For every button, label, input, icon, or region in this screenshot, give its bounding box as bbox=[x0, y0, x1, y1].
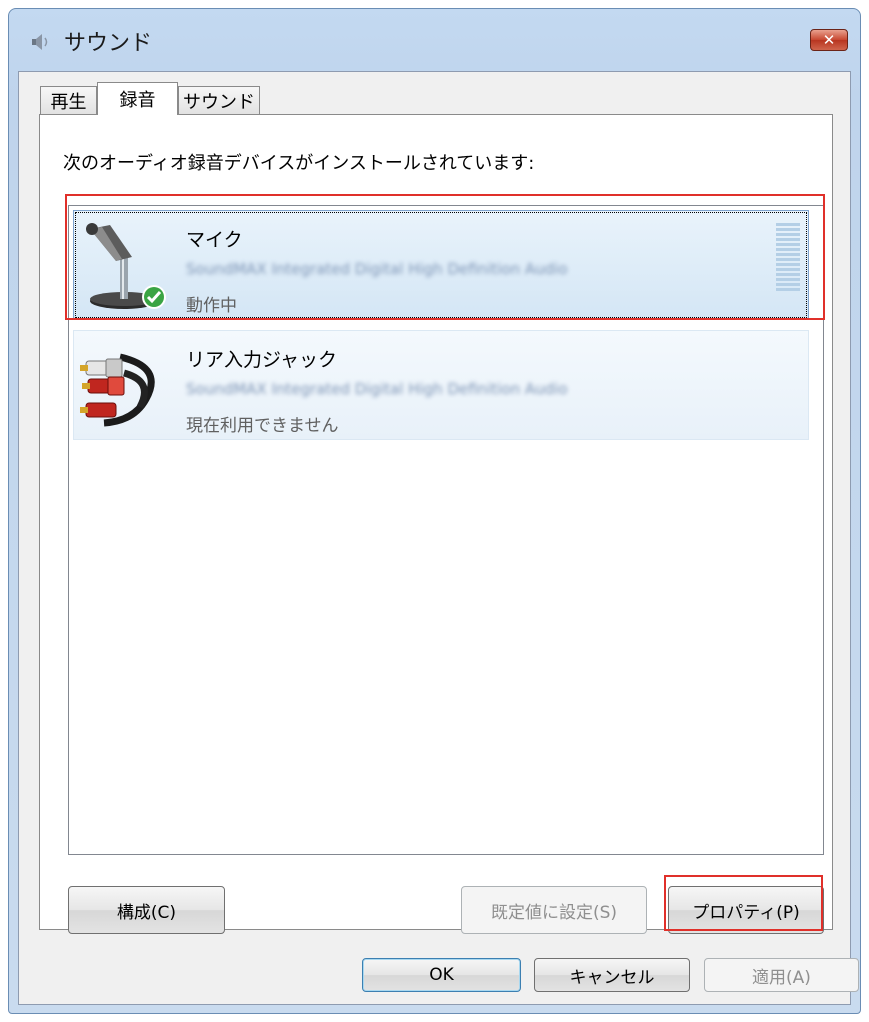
close-button[interactable]: ✕ bbox=[810, 29, 848, 51]
level-meter bbox=[776, 223, 800, 297]
microphone-icon bbox=[86, 223, 166, 309]
device-description: SoundMAX Integrated Digital High Definit… bbox=[186, 380, 568, 398]
tab-recording[interactable]: 録音 bbox=[97, 82, 178, 115]
tab-sounds[interactable]: サウンド bbox=[178, 86, 260, 114]
apply-button[interactable]: 適用(A) bbox=[704, 958, 859, 992]
device-description: SoundMAX Integrated Digital High Definit… bbox=[186, 260, 568, 278]
properties-button[interactable]: プロパティ(P) bbox=[668, 886, 824, 934]
device-name: マイク bbox=[186, 229, 243, 251]
recording-tab-panel: 次のオーディオ録音デバイスがインストールされています: マイク SoundMAX… bbox=[39, 114, 833, 934]
device-status: 現在利用できません bbox=[186, 416, 339, 436]
configure-button[interactable]: 構成(C) bbox=[68, 886, 225, 934]
dialog-client: 再生 録音 サウンド 次のオーディオ録音デバイスがインストールされています: マ… bbox=[18, 71, 859, 1005]
set-default-button[interactable]: 既定値に設定(S) bbox=[461, 886, 647, 934]
device-name: リア入力ジャック bbox=[186, 349, 338, 371]
device-item-rear-input[interactable]: リア入力ジャック SoundMAX Integrated Digital Hig… bbox=[73, 330, 809, 440]
instruction-text: 次のオーディオ録音デバイスがインストールされています: bbox=[63, 153, 535, 174]
device-item-microphone[interactable]: マイク SoundMAX Integrated Digital High Def… bbox=[73, 210, 809, 320]
device-status: 動作中 bbox=[186, 296, 237, 316]
device-list[interactable]: マイク SoundMAX Integrated Digital High Def… bbox=[68, 205, 824, 855]
cancel-button[interactable]: キャンセル bbox=[534, 958, 690, 992]
window-title: サウンド bbox=[64, 31, 153, 56]
rca-cable-icon bbox=[80, 353, 155, 427]
close-icon: ✕ bbox=[822, 30, 836, 49]
speaker-icon bbox=[32, 34, 48, 50]
ok-button[interactable]: OK bbox=[362, 958, 521, 992]
tab-playback[interactable]: 再生 bbox=[40, 86, 97, 114]
title-bar[interactable]: サウンド ✕ bbox=[9, 9, 860, 71]
sound-dialog: サウンド ✕ 再生 録音 サウンド 次のオーディオ録音デバイスがインストールされ… bbox=[8, 8, 861, 1014]
